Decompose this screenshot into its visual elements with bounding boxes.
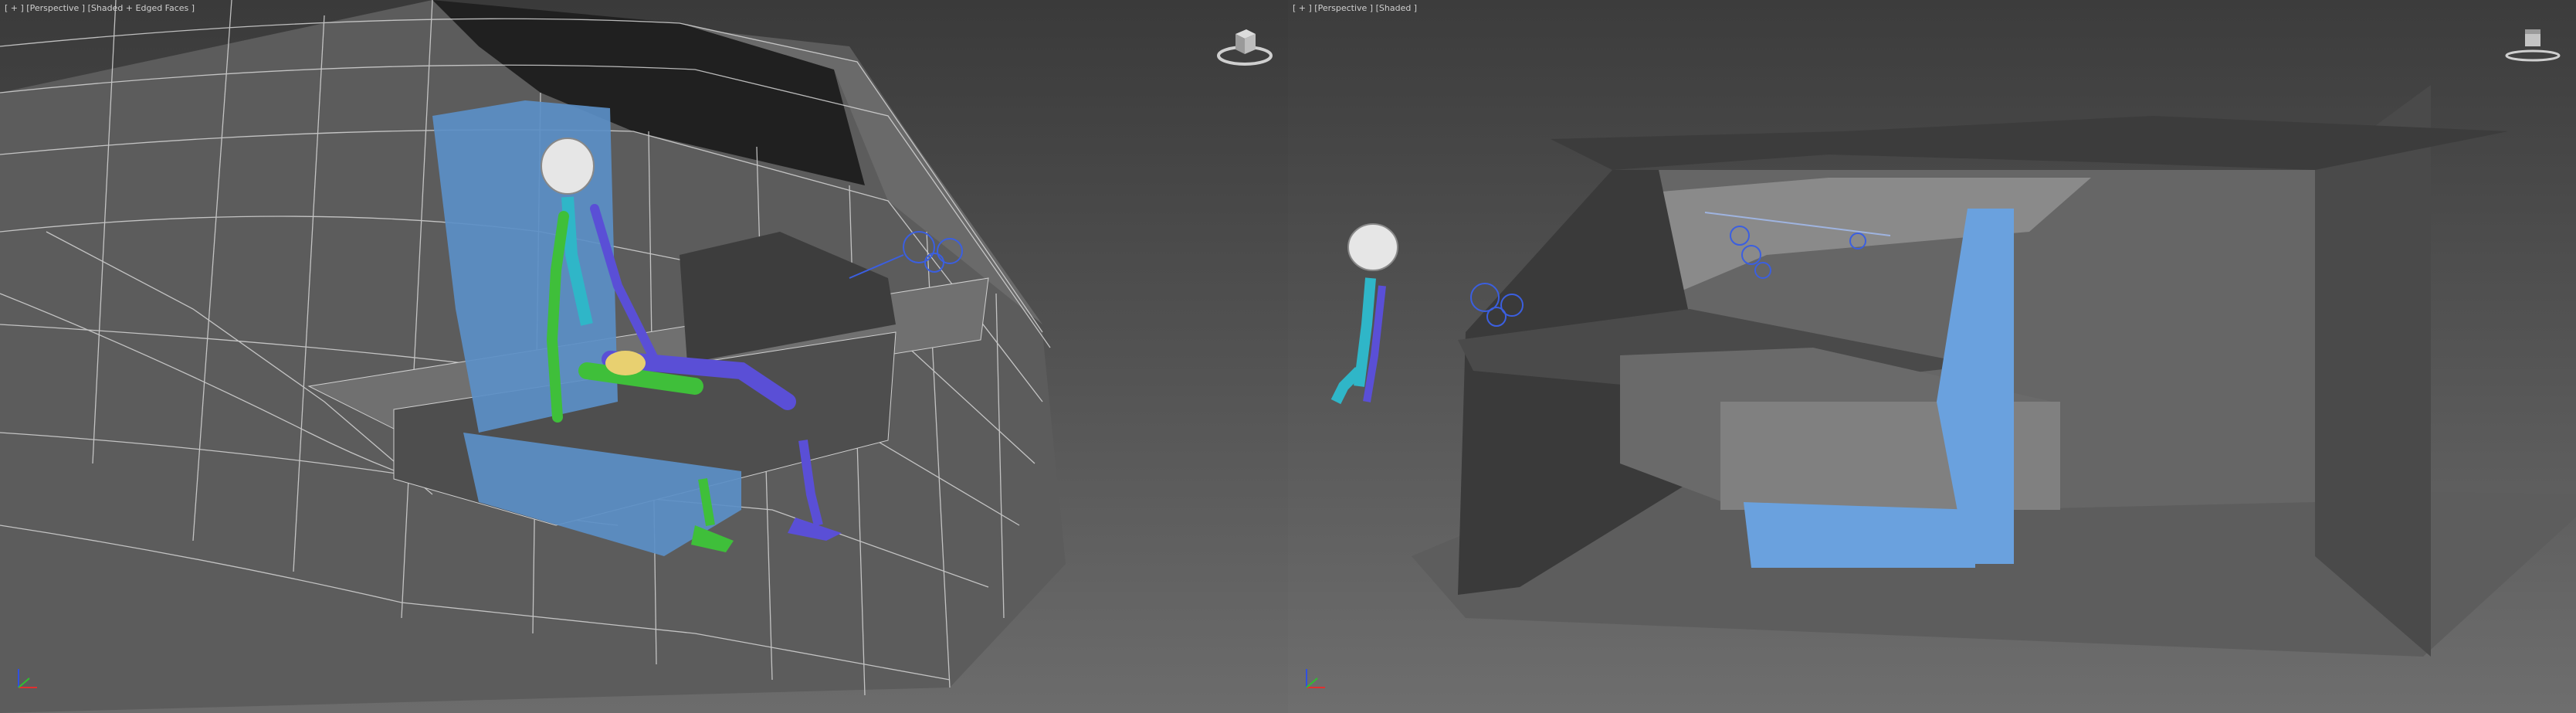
viewport-left[interactable]: [ + ] [Perspective ] [Shaded + Edged Fac… (0, 0, 1288, 713)
viewport-menu-plus[interactable]: [ + ] (1293, 3, 1312, 13)
axis-tripod-icon (18, 669, 37, 688)
biped-skeleton (1330, 223, 1398, 405)
scene-cockpit-shaded[interactable] (1288, 0, 2576, 713)
viewport-menu-view[interactable]: [Perspective ] (1314, 3, 1373, 13)
skeleton-head (541, 138, 595, 195)
seat-base (1744, 502, 1975, 568)
skeleton-pelvis (605, 351, 646, 375)
viewport-menu-shading[interactable]: [Shaded ] (1376, 3, 1418, 13)
viewport-menu-view[interactable]: [Perspective ] (26, 3, 85, 13)
viewport-right[interactable]: [ + ] [Perspective ] [Shaded ] (1288, 0, 2576, 713)
viewcube-icon[interactable] (2503, 26, 2562, 68)
cockpit-right-wall (2315, 85, 2431, 657)
viewport-label-right: [ + ] [Perspective ] [Shaded ] (1293, 3, 1417, 13)
viewport-label-left: [ + ] [Perspective ] [Shaded + Edged Fac… (5, 3, 195, 13)
scene-cockpit-wireframe[interactable] (0, 0, 1288, 713)
axis-tripod-icon (1306, 669, 1325, 688)
viewcube-icon[interactable] (1215, 26, 1274, 68)
skeleton-head (1347, 223, 1398, 271)
viewport-menu-shading[interactable]: [Shaded + Edged Faces ] (88, 3, 195, 13)
viewport-menu-plus[interactable]: [ + ] (5, 3, 24, 13)
